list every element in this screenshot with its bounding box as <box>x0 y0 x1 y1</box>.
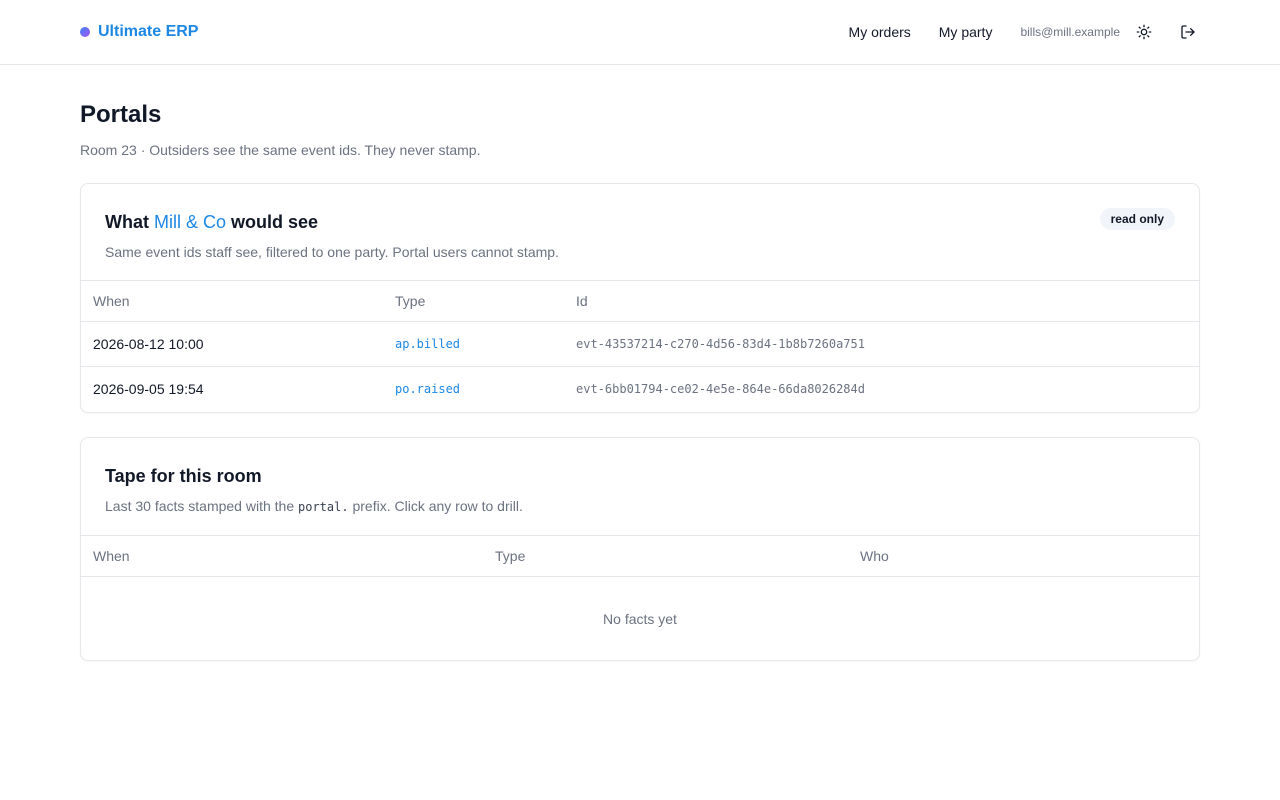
portal-card-header: What Mill & Co would see Same event ids … <box>81 184 1199 280</box>
portal-card-title-suffix: would see <box>226 212 319 232</box>
event-type: po.raised <box>383 366 564 412</box>
column-header-type: Type <box>383 280 564 322</box>
brand-name[interactable]: Ultimate ERP <box>98 23 198 41</box>
column-header-id: Id <box>564 280 1199 322</box>
portal-card-title: What Mill & Co would see <box>105 210 1175 234</box>
event-id: evt-6bb01794-ce02-4e5e-864e-66da8026284d <box>564 366 1199 412</box>
party-name: Mill & Co <box>154 212 227 232</box>
theme-toggle-button[interactable] <box>1132 20 1156 44</box>
read-only-badge: read only <box>1099 208 1175 230</box>
portal-events-table: When Type Id 2026-08-12 10:00 ap.billed … <box>81 280 1199 412</box>
tape-desc-after: prefix. Click any row to drill. <box>348 497 523 514</box>
table-header-row: When Type Who <box>81 534 1199 576</box>
page-subtitle: Room 23 · Outsiders see the same event i… <box>80 142 481 158</box>
tape-card-header: Tape for this room Last 30 facts stamped… <box>81 438 1199 535</box>
column-header-when: When <box>81 534 483 576</box>
table-row[interactable]: 2026-09-05 19:54 po.raised evt-6bb01794-… <box>81 366 1199 412</box>
tape-card-title: Tape for this room <box>105 465 262 486</box>
portal-prefix-code: portal. <box>298 499 349 514</box>
tape-table: When Type Who <box>81 534 1199 576</box>
top-bar: Ultimate ERP My orders My party bills@mi… <box>0 0 1280 65</box>
portal-preview-card: What Mill & Co would see Same event ids … <box>80 183 1200 413</box>
brand[interactable]: Ultimate ERP <box>80 23 198 41</box>
event-when: 2026-09-05 19:54 <box>81 366 383 412</box>
column-header-who: Who <box>848 534 1199 576</box>
table-header-row: When Type Id <box>81 280 1199 322</box>
event-when: 2026-08-12 10:00 <box>81 321 383 367</box>
portal-card-title-prefix: What <box>105 212 154 232</box>
brand-logo-dot <box>80 27 90 37</box>
empty-state: No facts yet <box>81 576 1199 660</box>
top-nav: My orders My party bills@mill.example <box>849 20 1200 44</box>
portal-card-description: Same event ids staff see, filtered to on… <box>105 244 559 260</box>
main-content: Portals Room 23 · Outsiders see the same… <box>0 101 1280 661</box>
tape-card-description: Last 30 facts stamped with the portal. p… <box>105 496 1175 517</box>
sun-icon <box>1136 24 1152 40</box>
event-id: evt-43537214-c270-4d56-83d4-1b8b7260a751 <box>564 321 1199 367</box>
logout-button[interactable] <box>1176 20 1200 44</box>
column-header-type: Type <box>483 534 848 576</box>
column-header-when: When <box>81 280 383 322</box>
room-tape-card: Tape for this room Last 30 facts stamped… <box>80 436 1200 661</box>
nav-link-my-party[interactable]: My party <box>939 24 993 40</box>
logout-icon <box>1181 25 1195 39</box>
user-email: bills@mill.example <box>1020 25 1120 39</box>
table-row[interactable]: 2026-08-12 10:00 ap.billed evt-43537214-… <box>81 321 1199 367</box>
nav-link-my-orders[interactable]: My orders <box>849 24 911 40</box>
event-type: ap.billed <box>383 321 564 367</box>
tape-desc-before: Last 30 facts stamped with the <box>105 497 298 514</box>
page-title: Portals <box>80 101 162 128</box>
